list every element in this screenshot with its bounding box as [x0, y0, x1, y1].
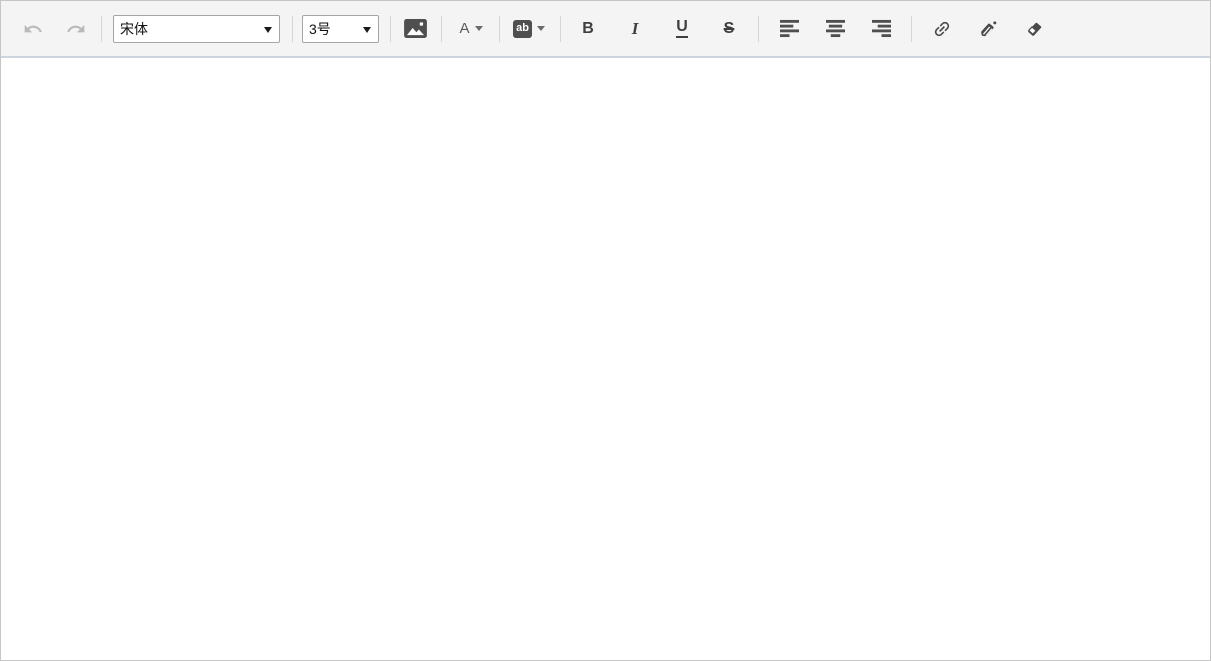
toolbar-divider: [499, 15, 500, 42]
align-right-icon: [871, 19, 892, 38]
font-size-select[interactable]: 3号: [302, 14, 379, 43]
toolbar-divider: [390, 15, 391, 42]
image-icon: [403, 19, 427, 38]
redo-button[interactable]: [60, 13, 92, 45]
brush-icon: [978, 18, 999, 39]
align-left-button[interactable]: [773, 13, 805, 45]
format-brush-button[interactable]: [972, 13, 1004, 45]
underline-label: U: [676, 19, 688, 38]
italic-label: I: [631, 19, 639, 38]
rich-text-editor: 宋体 3号 A ab B I U S: [0, 0, 1211, 661]
toolbar-divider: [560, 15, 561, 42]
undo-icon: [23, 19, 43, 39]
editor-toolbar: 宋体 3号 A ab B I U S: [1, 1, 1210, 58]
eraser-button[interactable]: [1018, 13, 1050, 45]
highlight-color-button[interactable]: ab: [509, 13, 549, 45]
toolbar-divider: [911, 15, 912, 42]
link-icon: [932, 19, 952, 39]
bold-button[interactable]: B: [572, 13, 604, 45]
insert-link-button[interactable]: [926, 13, 958, 45]
editor-content-area[interactable]: [1, 58, 1210, 660]
strikethrough-button[interactable]: S: [713, 13, 745, 45]
strikethrough-label: S: [723, 19, 735, 37]
font-family-select[interactable]: 宋体: [113, 14, 280, 43]
toolbar-divider: [441, 15, 442, 42]
toolbar-divider: [758, 15, 759, 42]
align-right-button[interactable]: [865, 13, 897, 45]
highlight-label: ab: [513, 19, 532, 38]
italic-button[interactable]: I: [619, 13, 651, 45]
insert-image-button[interactable]: [399, 13, 431, 45]
font-color-button[interactable]: A: [452, 13, 490, 45]
align-center-button[interactable]: [819, 13, 851, 45]
redo-icon: [66, 19, 86, 39]
bold-label: B: [582, 19, 594, 37]
font-family-select-wrap: 宋体: [113, 14, 280, 43]
font-color-label: A: [459, 20, 470, 37]
align-left-icon: [779, 19, 800, 38]
font-size-select-wrap: 3号: [302, 14, 379, 43]
toolbar-divider: [101, 15, 102, 42]
caret-down-icon: [536, 26, 545, 31]
eraser-icon: [1024, 18, 1045, 39]
undo-button[interactable]: [17, 13, 49, 45]
align-center-icon: [825, 19, 846, 38]
caret-down-icon: [474, 26, 483, 31]
underline-button[interactable]: U: [666, 13, 698, 45]
toolbar-divider: [292, 15, 293, 42]
